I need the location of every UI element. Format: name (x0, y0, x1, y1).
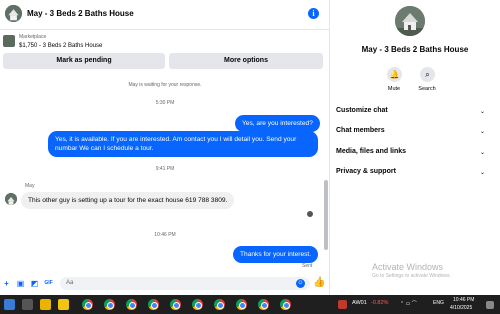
customize-chat-row[interactable]: Customize chat (336, 107, 486, 114)
message-input[interactable]: Aa (60, 277, 310, 290)
stock-widget-icon[interactable] (338, 300, 347, 309)
chevron-down-icon[interactable]: ⌄ (480, 149, 485, 156)
gif-icon[interactable]: GIF (44, 279, 53, 288)
chrome-icon[interactable] (280, 299, 291, 310)
search-label[interactable]: Search (412, 86, 442, 92)
clock-time[interactable]: 10:46 PM (453, 297, 474, 303)
mark-as-pending-button[interactable]: Mark as pending (3, 53, 165, 69)
more-options-button[interactable]: More options (169, 53, 323, 69)
clock-date[interactable]: 4/10/2025 (450, 305, 472, 311)
sender-avatar[interactable] (5, 193, 17, 205)
sent-status: Sent (302, 263, 313, 269)
file-explorer-icon[interactable] (40, 299, 51, 310)
mute-label[interactable]: Mute (379, 86, 409, 92)
chrome-icon[interactable] (258, 299, 269, 310)
info-icon[interactable]: i (308, 8, 319, 19)
sender-name: May (25, 183, 35, 189)
chrome-icon[interactable] (82, 299, 93, 310)
image-icon[interactable]: ▣ (16, 279, 25, 288)
listing-source: Marketplace (19, 34, 47, 40)
chrome-icon[interactable] (126, 299, 137, 310)
chrome-icon[interactable] (192, 299, 203, 310)
contact-avatar[interactable] (5, 5, 22, 22)
notifications-icon[interactable] (486, 301, 494, 309)
plus-icon[interactable]: + (2, 279, 11, 288)
media-files-links-row[interactable]: Media, files and links (336, 148, 486, 155)
chevron-down-icon[interactable]: ⌄ (480, 108, 485, 115)
message-bubble-outgoing[interactable]: Thanks for your interest. (233, 246, 319, 263)
timestamp: 9:41 PM (155, 166, 175, 172)
chrome-icon[interactable] (236, 299, 247, 310)
like-icon[interactable]: 👍 (313, 277, 325, 288)
language-indicator[interactable]: ENG (433, 300, 444, 306)
chevron-down-icon[interactable]: ⌄ (480, 128, 485, 135)
chrome-icon[interactable] (104, 299, 115, 310)
privacy-support-row[interactable]: Privacy & support (336, 168, 486, 175)
activate-windows-subtitle: Go to Settings to activate Windows. (372, 273, 451, 279)
profile-name: May - 3 Beds 2 Baths House (361, 45, 469, 54)
messages-scrollbar[interactable] (324, 80, 328, 270)
search-icon[interactable]: ⌕ (420, 67, 435, 82)
chrome-icon[interactable] (214, 299, 225, 310)
chat-members-row[interactable]: Chat members (336, 127, 486, 134)
listing-title[interactable]: $1,750 - 3 Beds 2 Baths House (19, 43, 102, 49)
timestamp: 5:30 PM (155, 100, 175, 106)
stock-name[interactable]: AW01 (352, 300, 367, 306)
scroll-thumb[interactable] (324, 180, 328, 250)
chevron-down-icon[interactable]: ⌄ (480, 169, 485, 176)
sticker-icon[interactable]: ◩ (30, 279, 39, 288)
message-bubble-incoming[interactable]: This other guy is setting up a tour for … (21, 192, 235, 209)
message-bubble-outgoing[interactable]: Yes, it is available. If you are interes… (48, 131, 318, 157)
mute-bell-icon[interactable]: 🔔 (387, 67, 402, 82)
seen-avatar-icon (307, 211, 313, 217)
taskbar (0, 295, 500, 314)
tray-icons[interactable]: ⌃ ▭ ⌒ (400, 300, 417, 307)
sticky-notes-icon[interactable] (58, 299, 69, 310)
message-bubble-outgoing[interactable]: Yes, are you interested? (235, 115, 320, 132)
listing-thumbnail[interactable] (3, 35, 15, 47)
search-icon[interactable] (22, 299, 33, 310)
stock-change: -0.82% (371, 300, 389, 306)
start-windows-icon[interactable] (4, 299, 15, 310)
timestamp: 10:46 PM (154, 232, 176, 238)
profile-picture[interactable] (395, 6, 425, 36)
chrome-icon[interactable] (148, 299, 159, 310)
chat-title[interactable]: May - 3 Beds 2 Baths House (27, 9, 134, 18)
chrome-icon[interactable] (170, 299, 181, 310)
waiting-notice: May is waiting for your response. (128, 82, 202, 88)
activate-windows-title: Activate Windows (372, 262, 444, 272)
emoji-icon[interactable]: ☺ (296, 279, 305, 288)
